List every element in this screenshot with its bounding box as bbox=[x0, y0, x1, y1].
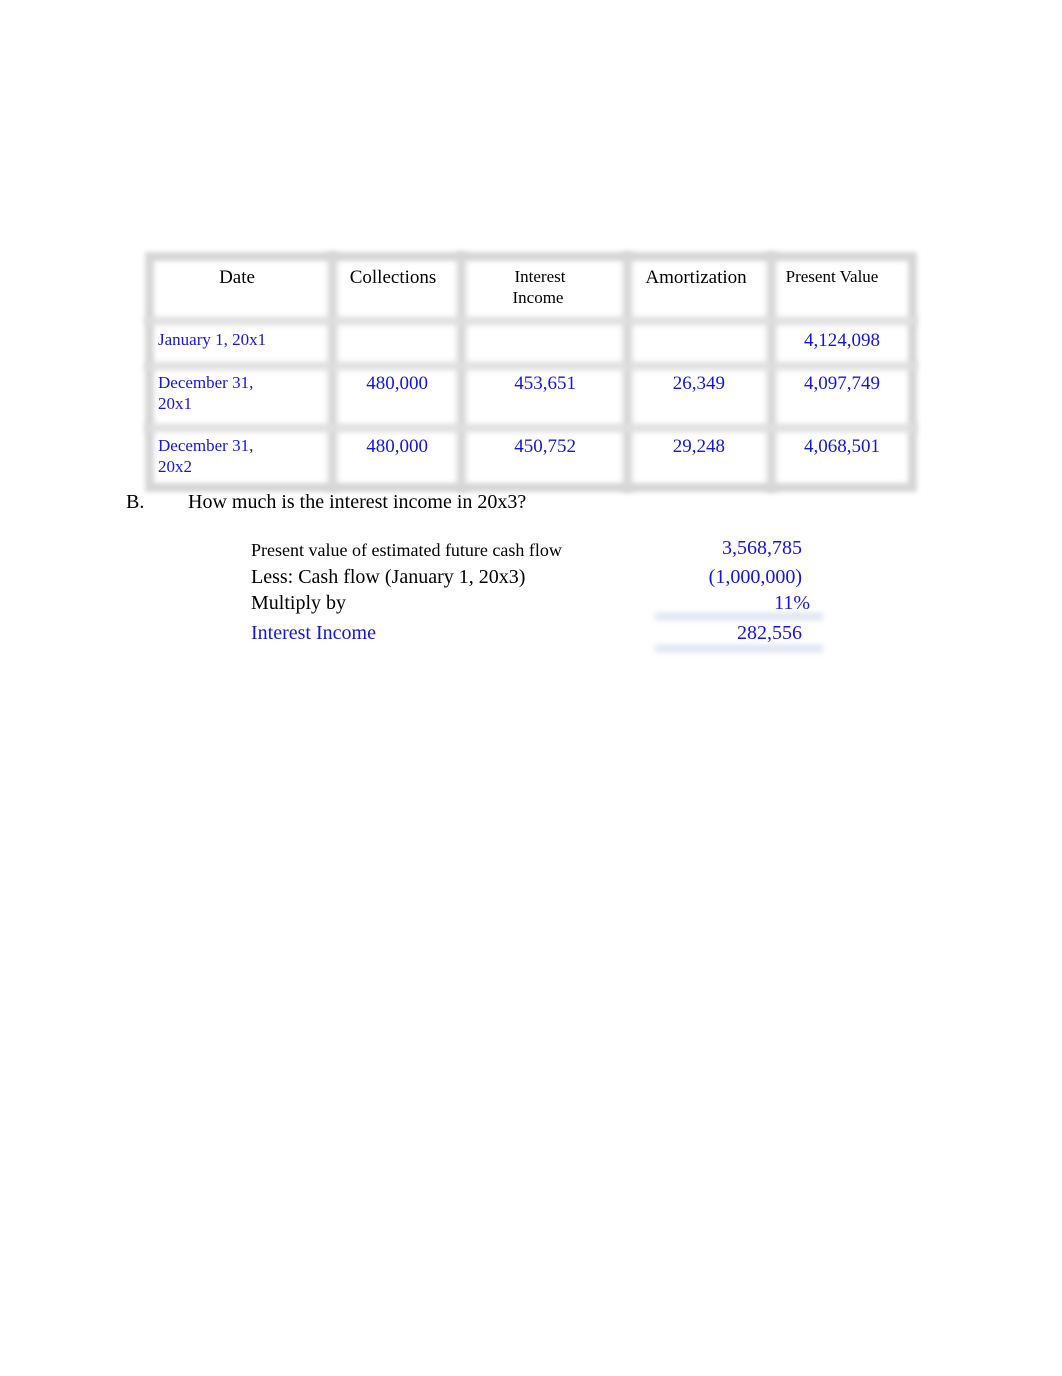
row-divider bbox=[145, 362, 917, 370]
calc-value-rate: 11% bbox=[774, 592, 810, 614]
cell-date: December 31, 20x1 bbox=[158, 372, 253, 414]
total-double-underline bbox=[655, 645, 823, 652]
header-amortization: Amortization bbox=[645, 267, 747, 288]
header-interest-line2: Income bbox=[512, 288, 564, 307]
cell-interest-income: 453,651 bbox=[514, 373, 576, 394]
calc-value-present-value: 3,568,785 bbox=[722, 537, 802, 559]
calc-value-less-cash-flow: (1,000,000) bbox=[708, 566, 802, 588]
cell-collections: 480,000 bbox=[366, 373, 428, 394]
cell-date: January 1, 20x1 bbox=[158, 329, 266, 350]
subtotal-underline bbox=[655, 613, 823, 620]
header-present-value: Present Value bbox=[785, 267, 879, 286]
date-line2: 20x2 bbox=[158, 457, 192, 476]
row-divider bbox=[145, 317, 917, 325]
row-divider bbox=[145, 424, 917, 432]
header-collections: Collections bbox=[349, 267, 437, 288]
column-divider bbox=[623, 252, 632, 492]
cell-present-value: 4,124,098 bbox=[804, 330, 880, 351]
cell-amortization: 29,248 bbox=[672, 436, 725, 457]
calc-label-multiply-by: Multiply by bbox=[251, 592, 347, 614]
cell-date: December 31, 20x2 bbox=[158, 435, 253, 477]
date-line1: December 31, bbox=[158, 373, 254, 392]
cell-interest-income: 450,752 bbox=[514, 436, 576, 457]
cell-collections: 480,000 bbox=[366, 436, 428, 457]
question-text: How much is the interest income in 20x3? bbox=[188, 491, 527, 513]
cell-present-value: 4,068,501 bbox=[804, 436, 880, 457]
cell-amortization: 26,349 bbox=[672, 373, 725, 394]
calc-label-interest-income: Interest Income bbox=[251, 622, 376, 644]
header-date: Date bbox=[219, 267, 255, 288]
question-letter: B. bbox=[126, 491, 145, 513]
date-line2: 20x1 bbox=[158, 394, 192, 413]
header-interest-line1: Interest bbox=[514, 267, 566, 286]
calc-label-present-value: Present value of estimated future cash f… bbox=[251, 540, 562, 560]
calc-value-interest-income: 282,556 bbox=[737, 622, 802, 644]
date-line1: December 31, bbox=[158, 436, 254, 455]
date-line1: January 1, 20x1 bbox=[158, 330, 267, 349]
cell-present-value: 4,097,749 bbox=[804, 373, 880, 394]
amortization-table: Date Collections Interest Income Amortiz… bbox=[145, 252, 917, 492]
header-interest-income: Interest Income bbox=[466, 266, 614, 308]
calc-label-less-cash-flow: Less: Cash flow (January 1, 20x3) bbox=[251, 566, 526, 588]
